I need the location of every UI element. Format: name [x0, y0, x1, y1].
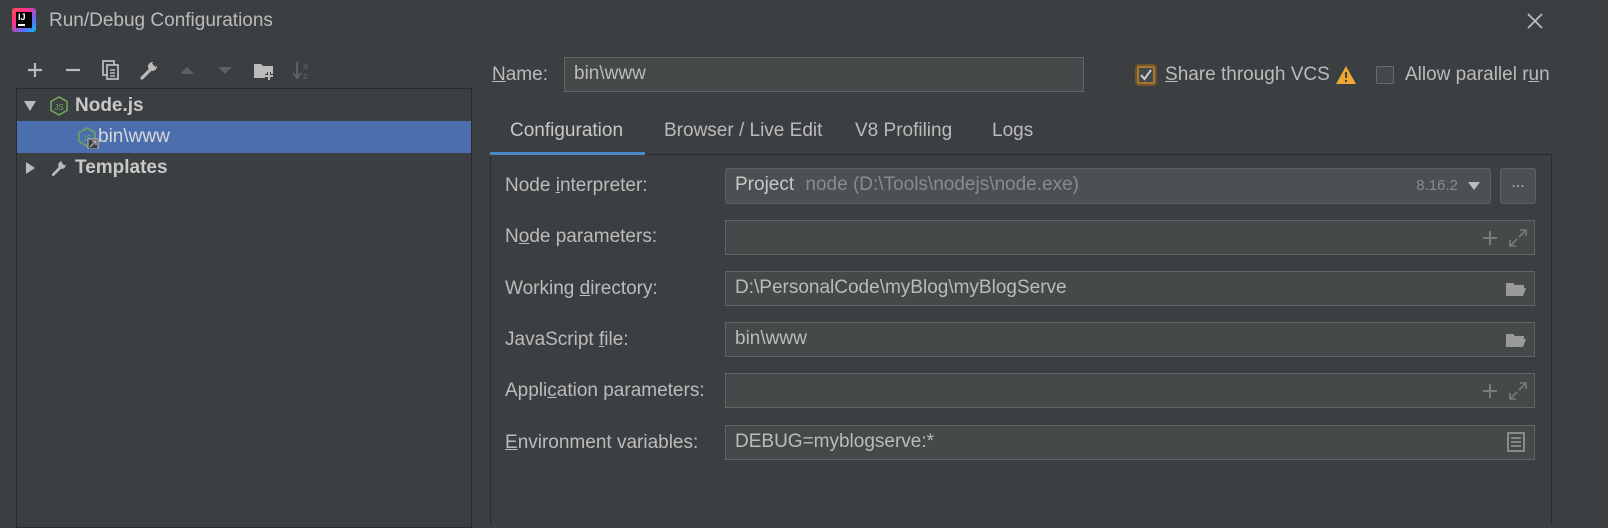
wrench-icon[interactable] [137, 58, 161, 82]
name-label: Name: [492, 64, 548, 85]
folder-open-icon[interactable] [1505, 329, 1527, 351]
move-down-icon[interactable] [213, 58, 237, 82]
tab-v8-profiling[interactable]: V8 Profiling [855, 120, 952, 142]
svg-text:JS: JS [55, 103, 64, 112]
tree-item-nodejs[interactable]: JS Node.js [17, 90, 471, 122]
svg-text:a: a [303, 61, 308, 71]
share-vcs-label[interactable]: Share through VCS [1165, 64, 1330, 86]
environment-variables-input[interactable]: DEBUG=myblogserve:* [725, 425, 1535, 460]
node-version: 8.16.2 [1416, 177, 1458, 194]
checkmark-icon [1140, 69, 1152, 81]
move-up-icon[interactable] [175, 58, 199, 82]
sort-alphabetically-icon[interactable]: az [290, 58, 314, 82]
browse-interpreter-button[interactable]: ... [1500, 168, 1536, 204]
tab-configuration[interactable]: Configuration [510, 120, 623, 142]
tree-item-templates[interactable]: Templates [17, 152, 471, 184]
close-icon[interactable] [1524, 10, 1546, 32]
window-title: Run/Debug Configurations [49, 10, 273, 31]
tree-item-bin-www[interactable]: JS bin\www [17, 121, 471, 153]
nodejs-icon: JS [50, 96, 68, 116]
name-input[interactable]: bin\www [564, 57, 1084, 92]
node-interpreter-label: Node interpreter: [505, 175, 648, 196]
add-icon[interactable] [23, 58, 47, 82]
add-icon[interactable] [1479, 380, 1501, 402]
javascript-file-input[interactable]: bin\www [725, 322, 1535, 357]
warning-icon [1336, 66, 1356, 84]
config-tree: JS Node.js JS bin\www Templates [16, 88, 472, 528]
environment-variables-label: Environment variables: [505, 432, 699, 453]
new-folder-icon[interactable] [252, 58, 276, 82]
app-logo-icon: IJ [12, 8, 36, 32]
folder-open-icon[interactable] [1505, 278, 1527, 300]
application-parameters-label: Application parameters: [505, 380, 705, 401]
expand-icon[interactable] [1507, 227, 1529, 249]
svg-text:z: z [303, 71, 308, 81]
allow-parallel-run-checkbox[interactable] [1376, 66, 1394, 84]
working-directory-input[interactable]: D:\PersonalCode\myBlog\myBlogServe [725, 271, 1535, 306]
expand-triangle-icon[interactable] [23, 99, 37, 113]
share-vcs-checkbox[interactable] [1137, 66, 1155, 84]
nodejs-config-icon: JS [78, 127, 99, 149]
working-directory-label: Working directory: [505, 278, 658, 299]
wrench-icon [51, 159, 68, 176]
node-interpreter-select[interactable]: Project node (D:\Tools\nodejs\node.exe) … [725, 168, 1491, 204]
tab-browser-live-edit[interactable]: Browser / Live Edit [664, 120, 822, 142]
expand-icon[interactable] [1507, 380, 1529, 402]
document-list-icon[interactable] [1505, 431, 1527, 453]
node-parameters-label: Node parameters: [505, 226, 658, 247]
collapse-triangle-icon[interactable] [23, 161, 37, 175]
copy-icon[interactable] [99, 58, 123, 82]
tab-logs[interactable]: Logs [992, 120, 1033, 142]
chevron-down-icon [1468, 182, 1480, 190]
application-parameters-input[interactable] [725, 373, 1535, 408]
allow-parallel-run-label[interactable]: Allow parallel run [1405, 64, 1550, 86]
remove-icon[interactable] [61, 58, 85, 82]
add-icon[interactable] [1479, 227, 1501, 249]
node-parameters-input[interactable] [725, 220, 1535, 255]
javascript-file-label: JavaScript file: [505, 329, 629, 350]
